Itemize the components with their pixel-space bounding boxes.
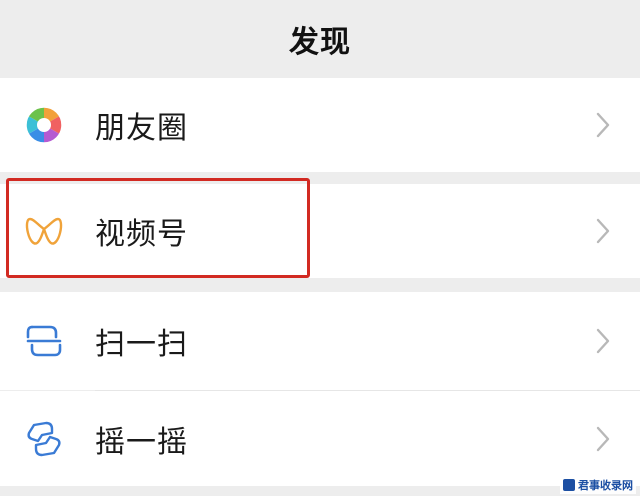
shake-icon — [24, 419, 64, 459]
menu-item-label: 摇一摇 — [95, 424, 188, 460]
menu-item-shake[interactable]: 摇一摇 — [0, 391, 640, 486]
chevron-right-icon — [596, 426, 610, 451]
moments-aperture-icon — [24, 105, 64, 145]
chevron-right-icon — [596, 328, 610, 354]
scan-icon — [24, 321, 64, 361]
chevron-right-icon — [596, 112, 610, 138]
page-title: 发现 — [289, 25, 351, 60]
watermark-text: 君事收录网 — [578, 479, 633, 492]
menu-item-label: 扫一扫 — [95, 327, 188, 362]
menu-item-moments[interactable]: 朋友圈 — [0, 78, 640, 172]
menu-item-scan[interactable]: 扫一扫 — [0, 292, 640, 390]
menu-item-label: 朋友圈 — [95, 111, 188, 146]
page-header: 发现 — [0, 0, 640, 78]
watermark-logo-icon — [563, 479, 575, 491]
channels-butterfly-icon — [24, 211, 64, 251]
watermark: 君事收录网 — [560, 476, 636, 494]
menu-item-channels[interactable]: 视频号 — [0, 184, 640, 278]
menu-item-label: 视频号 — [95, 217, 188, 252]
chevron-right-icon — [596, 218, 610, 244]
